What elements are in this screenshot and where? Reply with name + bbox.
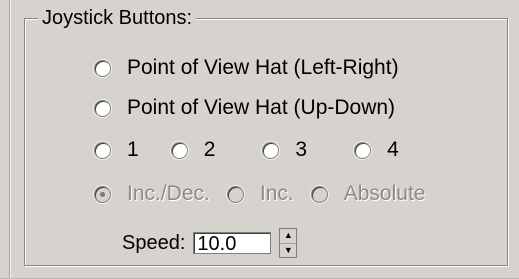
radio-button-3-label: 3 bbox=[295, 138, 308, 161]
action-radio-row: Inc./Dec. Inc. Absolute bbox=[94, 182, 425, 206]
radio-button-2-label: 2 bbox=[203, 138, 216, 161]
radio-absolute-label: Absolute bbox=[343, 182, 426, 205]
radio-inc[interactable]: Inc. bbox=[226, 182, 294, 206]
spin-up-icon[interactable]: ▲ bbox=[280, 229, 297, 244]
radio-button-4-icon bbox=[354, 141, 372, 159]
radio-pov-up-down[interactable]: Point of View Hat (Up-Down) bbox=[94, 96, 395, 120]
radio-absolute-icon bbox=[310, 185, 328, 203]
radio-button-3-icon bbox=[262, 141, 280, 159]
speed-input[interactable]: 10.0 bbox=[193, 232, 272, 255]
radio-inc-dec-selected-dot-icon bbox=[100, 191, 105, 197]
radio-pov-left-right-label: Point of View Hat (Left-Right) bbox=[127, 56, 399, 79]
speed-label: Speed: bbox=[122, 231, 186, 254]
radio-button-1-label: 1 bbox=[127, 138, 139, 161]
radio-pov-up-down-icon bbox=[94, 99, 111, 117]
radio-button-4[interactable]: 4 bbox=[354, 138, 399, 162]
speed-spinner[interactable]: ▲ ▼ bbox=[279, 228, 298, 258]
radio-pov-left-right-icon bbox=[94, 59, 111, 77]
radio-pov-up-down-label: Point of View Hat (Up-Down) bbox=[127, 96, 396, 119]
radio-button-1-icon bbox=[94, 141, 111, 159]
left-scroll-edge bbox=[0, 0, 10, 279]
radio-inc-dec[interactable]: Inc./Dec. bbox=[94, 182, 210, 206]
radio-inc-dec-icon bbox=[94, 185, 111, 203]
button-radio-row: 1 2 3 4 bbox=[94, 138, 399, 162]
radio-inc-icon bbox=[226, 185, 244, 203]
speed-row: Speed: 10.0 ▲ ▼ bbox=[122, 228, 298, 258]
radio-pov-left-right[interactable]: Point of View Hat (Left-Right) bbox=[94, 56, 399, 80]
radio-inc-label: Inc. bbox=[259, 182, 294, 205]
radio-button-4-label: 4 bbox=[387, 138, 399, 161]
radio-button-1[interactable]: 1 bbox=[94, 138, 139, 162]
radio-absolute[interactable]: Absolute bbox=[310, 182, 426, 206]
radio-button-2[interactable]: 2 bbox=[170, 138, 216, 162]
radio-inc-dec-label: Inc./Dec. bbox=[127, 182, 210, 205]
radio-button-2-icon bbox=[170, 141, 188, 159]
groupbox-title: Joystick Buttons: bbox=[38, 6, 197, 30]
radio-button-3[interactable]: 3 bbox=[262, 138, 307, 162]
spin-down-icon[interactable]: ▼ bbox=[280, 244, 296, 258]
